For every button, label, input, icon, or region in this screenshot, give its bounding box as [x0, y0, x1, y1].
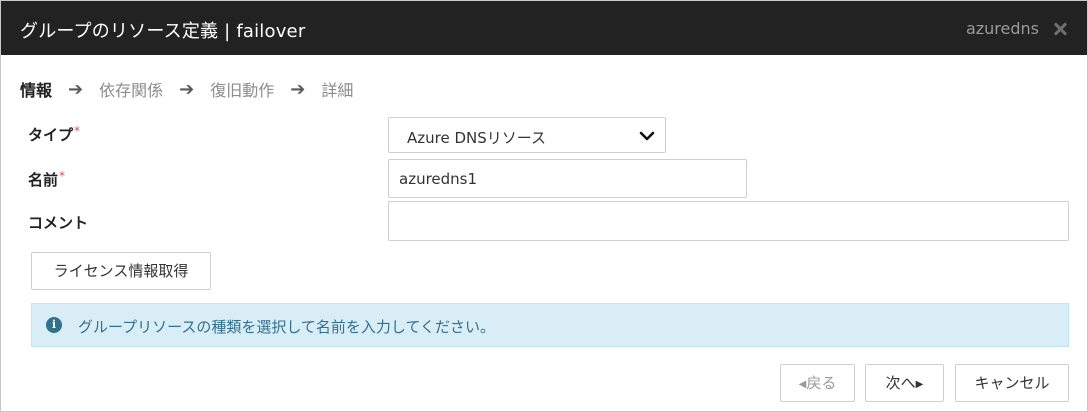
step-info: 情報 [20, 81, 53, 100]
back-label: 戻る [806, 374, 837, 392]
titlebar-right: azuredns [966, 19, 1067, 38]
info-message: グループリソースの種類を選択して名前を入力してください。 [78, 318, 496, 336]
info-message-bar: i グループリソースの種類を選択して名前を入力してください。 [31, 303, 1069, 347]
get-license-info-button[interactable]: ライセンス情報取得 [31, 252, 211, 290]
type-select[interactable]: Azure DNSリソース [388, 117, 666, 153]
cancel-button[interactable]: キャンセル [955, 364, 1069, 402]
required-mark: * [59, 169, 66, 183]
step-detail: 詳細 [321, 81, 354, 100]
step-dependency: 依存関係 [99, 81, 164, 100]
next-label: 次へ [885, 374, 916, 392]
caret-right-icon: ▶ [915, 379, 924, 390]
back-button[interactable]: ◀戻る [780, 364, 855, 402]
type-label: タイプ* [28, 124, 80, 145]
wizard-steps: 情報 ➔ 依存関係 ➔ 復旧動作 ➔ 詳細 [20, 77, 353, 101]
next-button[interactable]: 次へ▶ [865, 364, 944, 402]
comment-input[interactable] [388, 201, 1069, 241]
comment-label: コメント [28, 214, 89, 232]
type-select-value: Azure DNSリソース [407, 129, 547, 147]
name-input[interactable] [388, 159, 747, 198]
name-label: 名前* [28, 169, 65, 190]
name-label-text: 名前 [28, 171, 59, 189]
info-icon: i [46, 317, 62, 333]
type-label-text: タイプ [28, 126, 74, 144]
arrow-right-icon: ➔ [179, 78, 195, 100]
arrow-right-icon: ➔ [68, 78, 84, 100]
resource-name: azuredns [965, 19, 1039, 38]
arrow-right-icon: ➔ [290, 78, 306, 100]
step-recovery: 復旧動作 [210, 81, 275, 100]
chevron-down-icon [639, 131, 655, 141]
required-mark: * [74, 124, 81, 138]
dialog-title: グループのリソース定義 | failover [20, 21, 306, 42]
dialog-titlebar: グループのリソース定義 | failover azuredns [1, 1, 1087, 55]
close-icon[interactable] [1053, 22, 1067, 36]
resource-definition-dialog: グループのリソース定義 | failover azuredns 情報 ➔ 依存関… [0, 0, 1088, 412]
